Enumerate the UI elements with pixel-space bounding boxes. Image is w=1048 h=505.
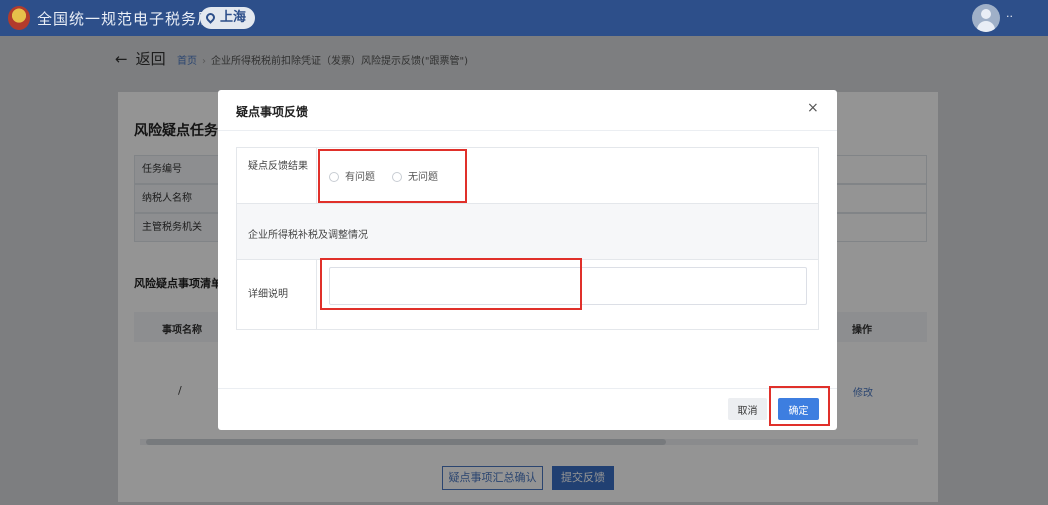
detail-label: 详细说明 xyxy=(237,260,317,329)
user-name[interactable]: ·· xyxy=(1006,10,1013,23)
close-icon[interactable]: × xyxy=(807,100,819,116)
dialog-title: 疑点事项反馈 xyxy=(236,105,309,119)
adjustment-section-text: 企业所得税补税及调整情况 xyxy=(248,230,368,241)
highlight-box-result xyxy=(318,149,467,203)
location-pin-icon xyxy=(204,11,217,24)
avatar-body xyxy=(977,21,995,32)
highlight-box-confirm xyxy=(769,386,830,426)
tax-emblem-icon xyxy=(8,6,30,30)
region-label: 上海 xyxy=(220,10,247,25)
result-label: 疑点反馈结果 xyxy=(237,148,317,203)
form-row-section: 企业所得税补税及调整情况 xyxy=(237,204,818,260)
cancel-button[interactable]: 取消 xyxy=(728,398,767,420)
user-avatar[interactable] xyxy=(972,4,1000,32)
footer-divider xyxy=(218,388,837,389)
avatar-head xyxy=(981,9,991,19)
top-header: 全国统一规范电子税务局 上海 ·· xyxy=(0,0,1048,36)
highlight-box-detail xyxy=(320,258,582,310)
header-divider xyxy=(218,130,837,131)
app-title: 全国统一规范电子税务局 xyxy=(37,10,214,28)
region-selector[interactable]: 上海 xyxy=(200,7,256,29)
